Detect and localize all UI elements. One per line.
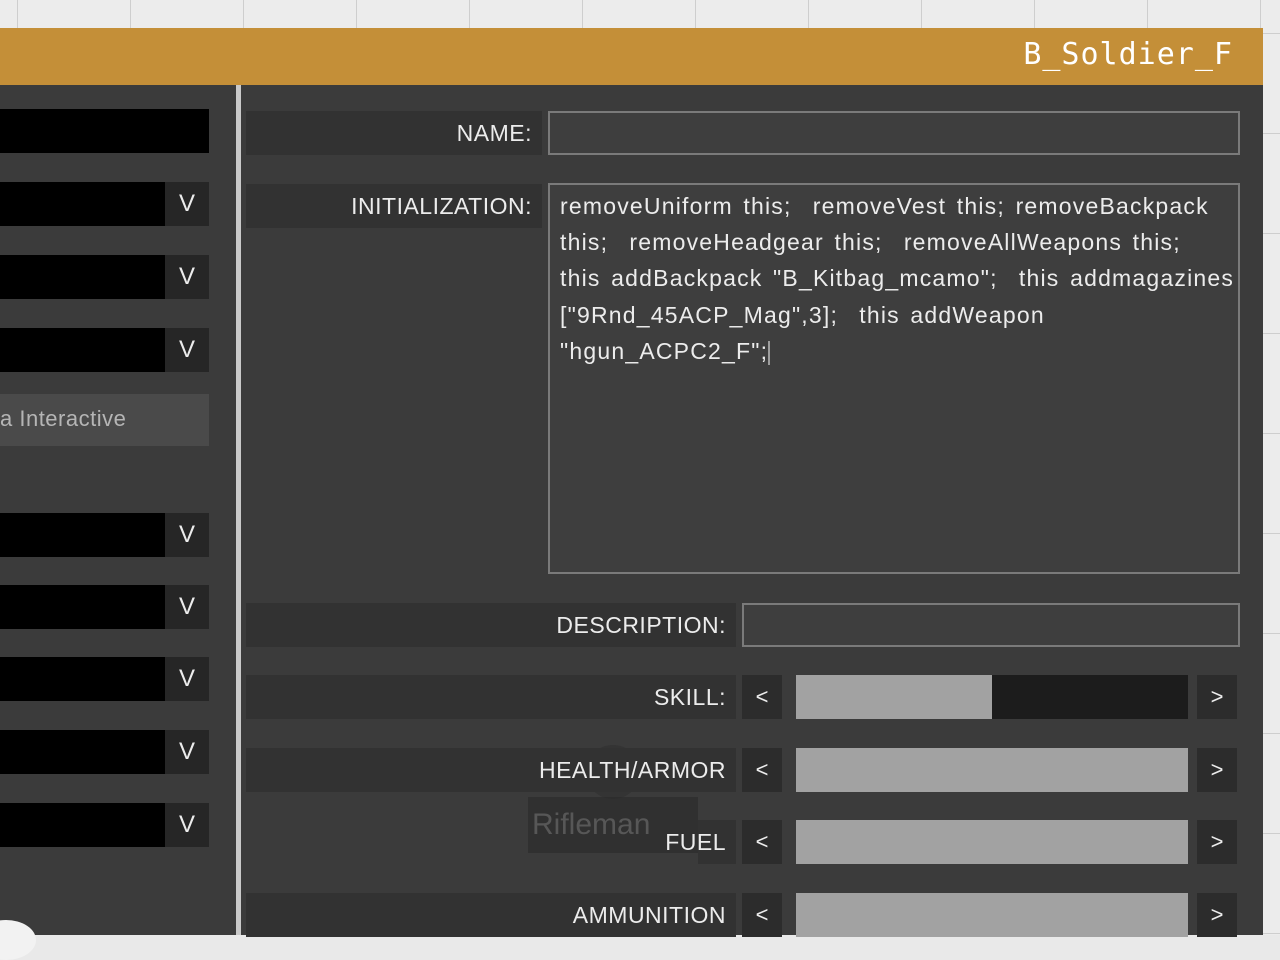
health-increase-button[interactable]: > xyxy=(1197,748,1237,792)
chevron-down-icon[interactable]: V xyxy=(165,585,209,629)
init-text: removeUniform this; removeVest this; rem… xyxy=(560,188,1235,369)
panel-divider xyxy=(236,85,241,935)
title-bar: B_Soldier_F xyxy=(0,28,1263,85)
left-dropdown-7[interactable]: V xyxy=(0,730,209,774)
left-dropdown-8[interactable]: V xyxy=(0,803,209,847)
ammunition-label: AMMUNITION xyxy=(246,893,736,937)
fuel-label: FUEL xyxy=(665,829,726,855)
skill-decrease-button[interactable]: < xyxy=(742,675,782,719)
fuel-decrease-button[interactable]: < xyxy=(742,820,782,864)
health-decrease-button[interactable]: < xyxy=(742,748,782,792)
health-armor-slider[interactable] xyxy=(796,748,1188,792)
left-dropdown-5[interactable]: V xyxy=(0,585,209,629)
fuel-increase-button[interactable]: > xyxy=(1197,820,1237,864)
fuel-slider[interactable] xyxy=(796,820,1188,864)
left-text-field[interactable] xyxy=(0,109,209,153)
left-dropdown-3[interactable]: V xyxy=(0,328,209,372)
skill-slider[interactable] xyxy=(796,675,1188,719)
description-label: DESCRIPTION: xyxy=(246,603,736,647)
skill-label: SKILL: xyxy=(246,675,736,719)
fuel-slider-fill xyxy=(796,820,1188,864)
chevron-down-icon[interactable]: V xyxy=(165,730,209,774)
ammunition-decrease-button[interactable]: < xyxy=(742,893,782,937)
chevron-down-icon[interactable]: V xyxy=(165,182,209,226)
chevron-down-icon[interactable]: V xyxy=(165,803,209,847)
ammunition-slider-fill xyxy=(796,893,1188,937)
left-panel: V V V a Interactive V V V V V xyxy=(0,85,236,935)
window-title: B_Soldier_F xyxy=(1023,37,1233,72)
left-dropdown-1[interactable]: V xyxy=(0,182,209,226)
health-armor-label: HEALTH/ARMOR xyxy=(246,748,736,792)
ammunition-increase-button[interactable]: > xyxy=(1197,893,1237,937)
left-dropdown-2[interactable]: V xyxy=(0,255,209,299)
left-dropdown-6[interactable]: V xyxy=(0,657,209,701)
name-input[interactable] xyxy=(548,111,1240,155)
chevron-down-icon[interactable]: V xyxy=(165,255,209,299)
ammunition-slider[interactable] xyxy=(796,893,1188,937)
chevron-down-icon[interactable]: V xyxy=(165,657,209,701)
left-dropdown-4[interactable]: V xyxy=(0,513,209,557)
text-caret xyxy=(768,340,771,365)
skill-increase-button[interactable]: > xyxy=(1197,675,1237,719)
interactive-field[interactable]: a Interactive xyxy=(0,394,209,446)
init-label: INITIALIZATION: xyxy=(246,184,542,228)
chevron-down-icon[interactable]: V xyxy=(165,328,209,372)
skill-slider-fill xyxy=(796,675,992,719)
description-input[interactable] xyxy=(742,603,1240,647)
init-code: removeUniform this; removeVest this; rem… xyxy=(560,193,1245,364)
chevron-down-icon[interactable]: V xyxy=(165,513,209,557)
health-armor-slider-fill xyxy=(796,748,1188,792)
interactive-field-text: a Interactive xyxy=(0,406,127,431)
name-label: NAME: xyxy=(246,111,542,155)
